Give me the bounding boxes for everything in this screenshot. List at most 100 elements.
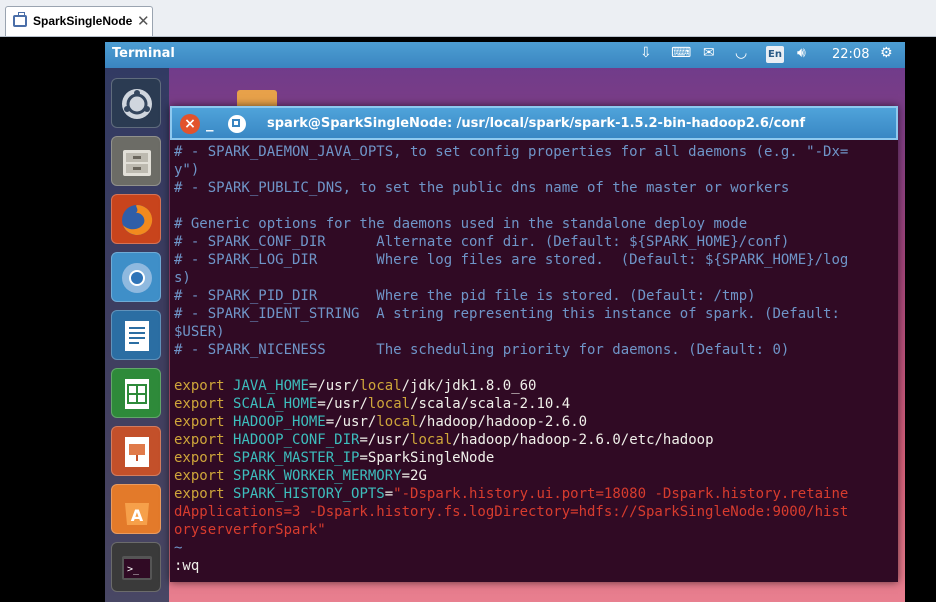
maximize-window-button[interactable]: [228, 115, 246, 133]
equals-sign: =: [384, 486, 394, 502]
comment-text: # - SPARK_DAEMON_JAVA_OPTS, to set confi…: [174, 144, 849, 160]
launcher-terminal[interactable]: >_: [111, 542, 161, 592]
variable-value: SparkSingleNode: [367, 450, 495, 466]
terminal-text[interactable]: # - SPARK_DAEMON_JAVA_OPTS, to set confi…: [174, 143, 894, 575]
close-window-button[interactable]: ×: [180, 114, 200, 134]
ubuntu-desktop: Terminal ⇩ ⌨ ✉ ◡ En 🔊︎ 22:08 ⚙ A >_ × _ …: [105, 42, 905, 602]
variable-value: local: [359, 378, 402, 394]
terminal-line: # - SPARK_IDENT_STRING A string represen…: [174, 305, 894, 323]
keyboard-icon[interactable]: ⌨: [671, 45, 691, 61]
terminal-line: y"): [174, 161, 894, 179]
terminal-line: # - SPARK_PID_DIR Where the pid file is …: [174, 287, 894, 305]
variable-name: HADOOP_CONF_DIR: [233, 432, 360, 448]
vim-command: :wq: [174, 558, 200, 574]
keyboard-language-indicator[interactable]: En: [766, 46, 784, 63]
comment-text: s): [174, 270, 191, 286]
terminal-line: # - SPARK_PUBLIC_DNS, to set the public …: [174, 179, 894, 197]
svg-text:>_: >_: [127, 564, 140, 575]
launcher-firefox[interactable]: [111, 194, 161, 244]
empty-line-marker: ~: [174, 540, 183, 556]
export-keyword: export: [174, 414, 225, 430]
terminal-window-title: spark@SparkSingleNode: /usr/local/spark/…: [267, 116, 806, 131]
export-line: export SPARK_HISTORY_OPTS="-Dspark.histo…: [174, 485, 894, 503]
terminal-line: $USER): [174, 323, 894, 341]
clock[interactable]: 22:08: [832, 47, 869, 62]
export-line: export JAVA_HOME=/usr/local/jdk/jdk1.8.0…: [174, 377, 894, 395]
libreoffice-writer-icon: [125, 321, 149, 351]
equals-sign: =: [317, 396, 326, 412]
terminal-line: # Generic options for the daemons used i…: [174, 215, 894, 233]
export-line: export SPARK_WORKER_MERMORY=2G: [174, 467, 894, 485]
terminal-line: s): [174, 269, 894, 287]
variable-name: SPARK_WORKER_MERMORY: [233, 468, 402, 484]
export-keyword: export: [174, 396, 225, 412]
launcher-chromium[interactable]: [111, 252, 161, 302]
comment-text: y"): [174, 162, 200, 178]
variable-name: SCALA_HOME: [233, 396, 318, 412]
comment-text: # - SPARK_LOG_DIR Where log files are st…: [174, 252, 849, 268]
active-app-title: Terminal: [112, 46, 175, 61]
minimize-window-button[interactable]: _: [206, 114, 220, 134]
export-keyword: export: [174, 468, 225, 484]
export-line: export SPARK_MASTER_IP=SparkSingleNode: [174, 449, 894, 467]
terminal-body[interactable]: # - SPARK_DAEMON_JAVA_OPTS, to set confi…: [170, 140, 898, 582]
variable-value: /usr/: [325, 396, 368, 412]
comment-text: # - SPARK_CONF_DIR Alternate conf dir. (…: [174, 234, 790, 250]
chromium-icon: [122, 263, 152, 293]
gear-icon[interactable]: ⚙: [880, 45, 893, 61]
export-keyword: export: [174, 486, 225, 502]
variable-name: HADOOP_HOME: [233, 414, 326, 430]
export-line: export HADOOP_HOME=/usr/local/hadoop/had…: [174, 413, 894, 431]
firefox-icon: [122, 204, 153, 235]
wrapped-line: oryserverforSpark": [174, 521, 894, 539]
equals-sign: =: [359, 432, 368, 448]
export-line: export HADOOP_CONF_DIR=/usr/local/hadoop…: [174, 431, 894, 449]
variable-value: /hadoop/hadoop-2.6.0: [418, 414, 588, 430]
wrapped-line: dApplications=3 -Dspark.history.fs.logDi…: [174, 503, 894, 521]
variable-value: /usr/: [334, 414, 377, 430]
command-line: :wq: [174, 557, 894, 575]
network-icon[interactable]: ◡: [735, 45, 747, 61]
variable-value: /hadoop/hadoop-2.6.0/etc/hadoop: [452, 432, 714, 448]
export-keyword: export: [174, 450, 225, 466]
terminal-titlebar[interactable]: × _ spark@SparkSingleNode: /usr/local/sp…: [170, 106, 898, 140]
launcher-ubuntu-dash[interactable]: [111, 78, 161, 128]
terminal-line: # - SPARK_LOG_DIR Where log files are st…: [174, 251, 894, 269]
string-value: oryserverforSpark": [174, 522, 326, 538]
vm-tab-bar: SparkSingleNode ✕: [0, 0, 936, 37]
virtual-machine-icon: [13, 12, 27, 27]
mail-icon[interactable]: ✉: [703, 45, 715, 61]
launcher-files[interactable]: [111, 136, 161, 186]
vm-tab-title: SparkSingleNode: [33, 14, 133, 28]
variable-value: ": [393, 486, 402, 502]
export-keyword: export: [174, 432, 225, 448]
equals-sign: =: [359, 450, 368, 466]
vm-tab[interactable]: SparkSingleNode ✕: [5, 6, 153, 36]
string-value: dApplications=3 -Dspark.history.fs.logDi…: [174, 504, 849, 520]
launcher-calc[interactable]: [111, 368, 161, 418]
terminal-icon: >_: [122, 556, 152, 580]
tilde-line: ~: [174, 539, 894, 557]
comment-text: $USER): [174, 324, 225, 340]
launcher-writer[interactable]: [111, 310, 161, 360]
launcher-software-center[interactable]: A: [111, 484, 161, 534]
download-icon[interactable]: ⇩: [640, 45, 652, 61]
top-panel: Terminal ⇩ ⌨ ✉ ◡ En 🔊︎ 22:08 ⚙: [105, 42, 905, 68]
variable-name: SPARK_HISTORY_OPTS: [233, 486, 385, 502]
terminal-line: # - SPARK_NICENESS The scheduling priori…: [174, 341, 894, 359]
comment-text: # Generic options for the daemons used i…: [174, 216, 748, 232]
comment-text: # - SPARK_PUBLIC_DNS, to set the public …: [174, 180, 790, 196]
volume-icon[interactable]: 🔊︎: [797, 45, 806, 61]
terminal-window: × _ spark@SparkSingleNode: /usr/local/sp…: [170, 106, 898, 582]
comment-text: # - SPARK_PID_DIR Where the pid file is …: [174, 288, 756, 304]
equals-sign: =: [325, 414, 335, 430]
close-tab-icon[interactable]: ✕: [137, 12, 150, 30]
variable-value: local: [410, 432, 453, 448]
launcher-impress[interactable]: [111, 426, 161, 476]
